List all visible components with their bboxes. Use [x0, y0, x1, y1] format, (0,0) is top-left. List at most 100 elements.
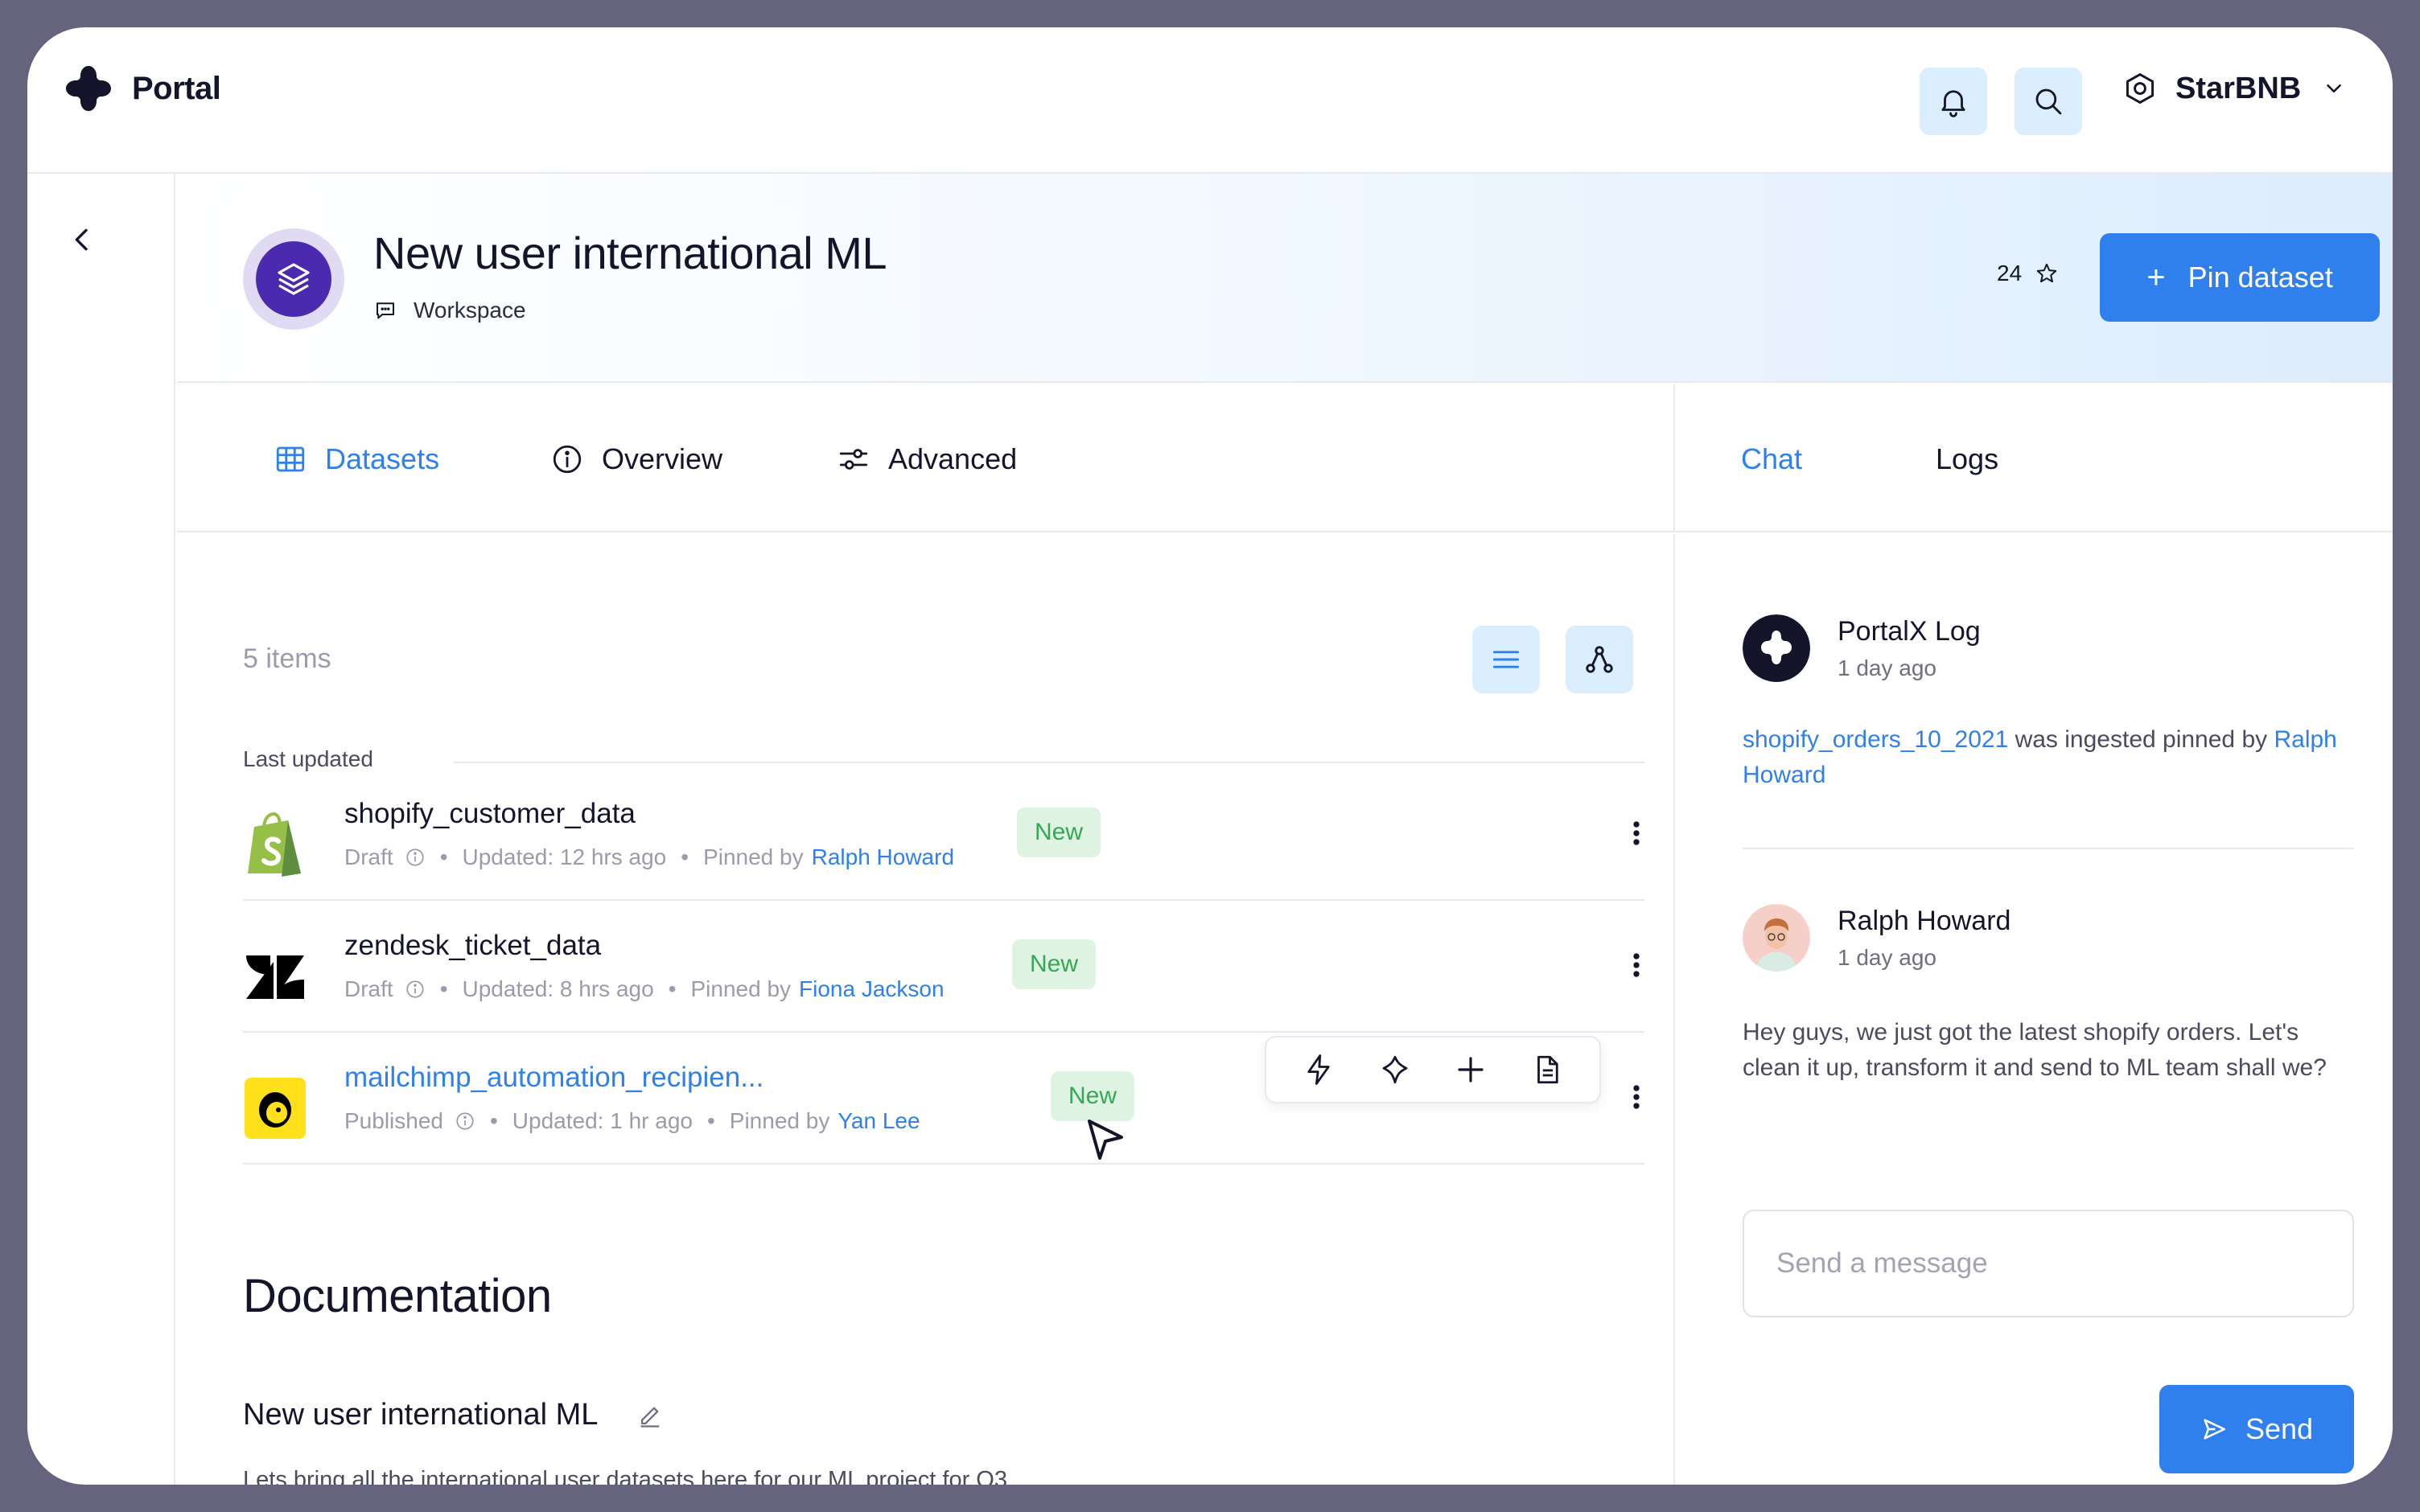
dataset-meta: Draft • Updated: 8 hrs ago • Pinned by F… — [344, 976, 945, 1002]
log-entry-header: PortalX Log 1 day ago — [1743, 614, 1981, 682]
zendesk-logo — [246, 955, 304, 999]
org-name: StarBNB — [2175, 71, 2302, 105]
log-message: shopify_orders_10_2021 was ingested pinn… — [1743, 722, 2354, 793]
dataset-row[interactable]: zendesk_ticket_data Draft • Updated: 8 h… — [243, 902, 1644, 1033]
dataset-name[interactable]: zendesk_ticket_data — [344, 930, 601, 962]
send-icon — [2204, 1419, 2225, 1440]
edit-pencil-icon[interactable] — [636, 1402, 664, 1429]
info-icon[interactable] — [405, 979, 426, 1000]
workspace-header: New user international ML Workspace 24 +… — [177, 174, 2393, 383]
star-count: 24 — [1997, 261, 2023, 286]
plus-icon: + — [2146, 259, 2166, 295]
notifications-button[interactable] — [1920, 68, 1987, 135]
hexagon-icon — [2126, 73, 2155, 104]
send-label: Send — [2245, 1412, 2314, 1445]
tab-advanced[interactable]: Advanced — [837, 439, 1017, 479]
more-options-icon[interactable] — [1628, 1079, 1644, 1115]
message-text: Hey guys, we just got the latest shopify… — [1743, 1019, 2327, 1081]
tab-advanced-label: Advanced — [888, 442, 1018, 475]
info-icon — [553, 445, 582, 474]
dataset-row[interactable]: shopify_customer_data Draft • Updated: 1… — [243, 770, 1644, 901]
app-name: Portal — [132, 70, 221, 106]
pinned-by-prefix: Pinned by — [690, 976, 792, 1001]
separator-dot: • — [439, 976, 448, 1001]
dataset-meta: Published • Updated: 1 hr ago • Pinned b… — [344, 1108, 920, 1134]
tab-overview-label: Overview — [602, 442, 723, 475]
list-icon — [1492, 651, 1520, 668]
separator-dot: • — [439, 844, 448, 869]
separator-dot: • — [681, 844, 689, 869]
more-options-icon[interactable] — [1628, 947, 1644, 983]
portalx-avatar — [1743, 614, 1810, 682]
side-tabs: Chat Logs — [1675, 384, 2393, 532]
dataset-row[interactable]: mailchimp_automation_recipien... Publish… — [243, 1034, 1644, 1165]
search-button[interactable] — [2015, 68, 2082, 135]
tab-chat[interactable]: Chat — [1741, 442, 1802, 476]
send-button[interactable]: Send — [2159, 1385, 2354, 1473]
chat-panel: PortalX Log 1 day ago shopify_orders_10_… — [1677, 534, 2393, 1485]
tab-overview[interactable]: Overview — [550, 439, 722, 479]
star-icon — [2036, 263, 2057, 283]
info-icon[interactable] — [455, 1111, 475, 1132]
datasets-panel: 5 items Last updated shopify_customer_da… — [177, 534, 1675, 1485]
dataset-name[interactable]: shopify_customer_data — [344, 798, 636, 830]
pinned-by-user[interactable]: Yan Lee — [838, 1108, 920, 1134]
log-author-block: PortalX Log 1 day ago — [1838, 614, 1981, 681]
separator-dot: • — [706, 1108, 715, 1133]
row-actions-toolbar — [1265, 1036, 1601, 1103]
workspace-avatar-inner — [256, 241, 331, 317]
list-view-button[interactable] — [1472, 626, 1540, 693]
plus-icon[interactable] — [1454, 1053, 1488, 1087]
pinned-by-prefix: Pinned by — [729, 1108, 830, 1133]
message-input[interactable]: Send a message — [1743, 1210, 2354, 1317]
dataset-status: Published — [344, 1108, 443, 1133]
dataset-status: Draft — [344, 844, 393, 869]
tab-logs[interactable]: Logs — [1936, 442, 1998, 476]
dataset-status: Draft — [344, 976, 393, 1001]
sparkle-icon[interactable] — [1378, 1053, 1412, 1087]
section-label: Last updated — [243, 746, 373, 771]
table-icon — [276, 446, 305, 472]
items-count: 5 items — [243, 643, 331, 674]
dataset-meta: Draft • Updated: 12 hrs ago • Pinned by … — [344, 844, 954, 870]
main-tabs: Datasets Overview Advanced — [177, 384, 1675, 532]
app-logo[interactable]: Portal — [64, 64, 221, 113]
search-icon — [2035, 88, 2062, 115]
graph-view-button[interactable] — [1566, 626, 1633, 693]
avatar — [1743, 904, 1810, 972]
new-badge: New — [1012, 939, 1097, 989]
log-text-mid: was ingested pinned by — [2008, 726, 2274, 753]
documentation-title-text: New user international ML — [243, 1398, 599, 1432]
document-icon[interactable] — [1530, 1053, 1564, 1087]
dataset-name[interactable]: mailchimp_automation_recipien... — [344, 1062, 763, 1094]
pinned-by-user[interactable]: Ralph Howard — [812, 844, 954, 870]
sliders-icon — [839, 449, 868, 470]
more-options-icon[interactable] — [1628, 816, 1644, 851]
star-counter[interactable]: 24 — [1997, 261, 2059, 286]
tab-datasets-label: Datasets — [325, 442, 440, 475]
chat-divider — [1743, 848, 2354, 849]
new-badge: New — [1051, 1071, 1135, 1121]
app-window: Portal StarBNB New user international ML… — [27, 27, 2393, 1485]
page-title: New user international ML — [373, 228, 887, 278]
pinned-by-user[interactable]: Fiona Jackson — [799, 976, 945, 1002]
log-author: PortalX Log — [1838, 616, 1981, 647]
back-chevron-icon[interactable] — [66, 224, 98, 256]
portal-logo-icon — [66, 66, 111, 111]
workspace-type: Workspace — [373, 298, 526, 323]
dataset-updated: Updated: 12 hrs ago — [462, 844, 667, 869]
documentation-heading: Documentation — [243, 1270, 552, 1322]
org-switcher[interactable]: StarBNB — [2122, 68, 2346, 109]
pin-dataset-button[interactable]: + Pin dataset — [2100, 233, 2380, 322]
shopify-logo — [248, 811, 301, 877]
documentation-text: Lets bring all the international user da… — [243, 1467, 1007, 1485]
bell-icon — [1941, 90, 1965, 117]
mailchimp-logo — [245, 1078, 306, 1139]
info-icon[interactable] — [405, 847, 426, 868]
message-author: Ralph Howard — [1838, 906, 2011, 936]
tab-datasets[interactable]: Datasets — [274, 439, 439, 479]
bolt-icon[interactable] — [1302, 1053, 1336, 1087]
workspace-type-label: Workspace — [414, 298, 526, 323]
separator-dot: • — [489, 1108, 498, 1133]
log-dataset-link[interactable]: shopify_orders_10_2021 — [1743, 726, 2008, 753]
